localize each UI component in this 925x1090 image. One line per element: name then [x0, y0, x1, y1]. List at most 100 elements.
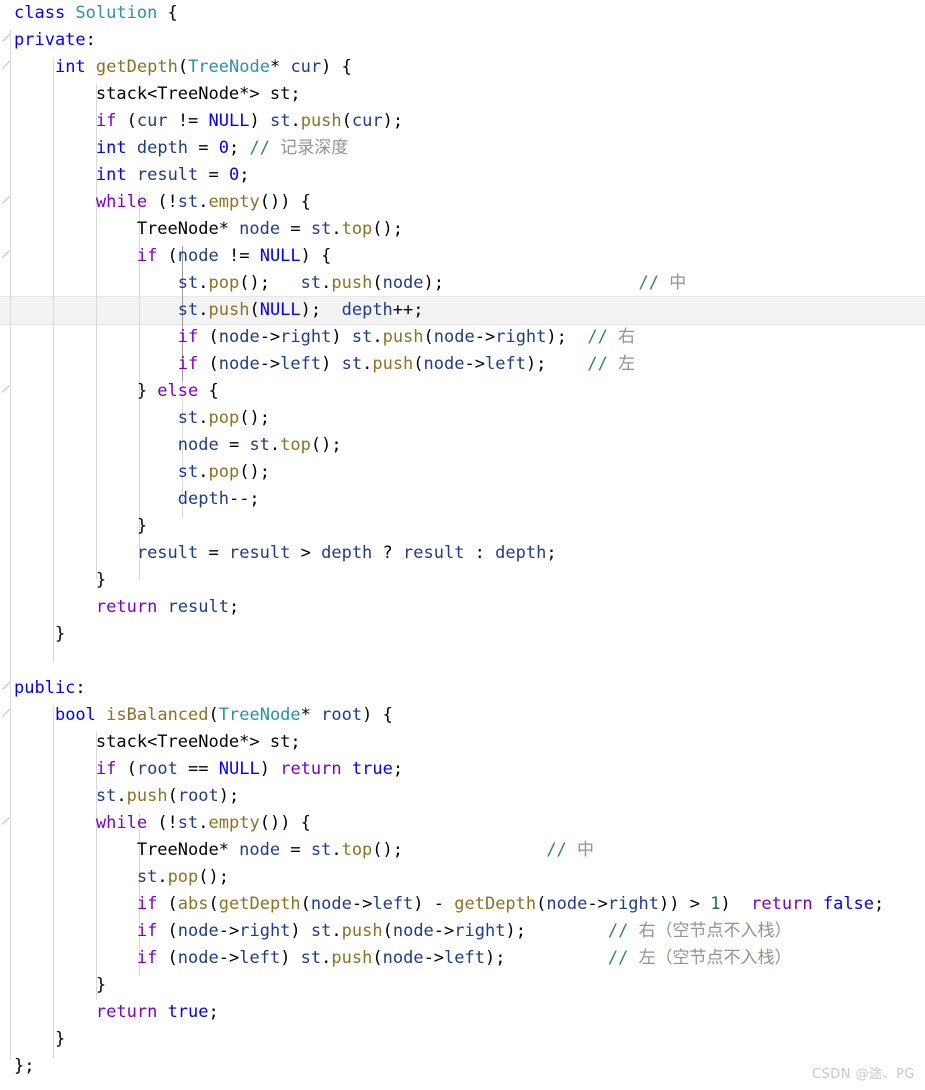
code-line[interactable]: int depth = 0; // 记录深度: [0, 135, 348, 162]
code-editor-viewport[interactable]: class Solution {private: int getDepth(Tr…: [0, 0, 925, 1090]
code-line[interactable]: if (node->right) st.push(node->right); /…: [0, 324, 635, 351]
code-token: int: [95, 165, 127, 185]
code-token: st: [249, 435, 270, 455]
code-token: )) >: [659, 894, 711, 914]
code-line[interactable]: if (cur != NULL) st.push(cur);: [0, 108, 403, 135]
code-token: (: [208, 894, 219, 914]
code-line[interactable]: return result;: [0, 594, 239, 621]
code-token: ) {: [321, 57, 352, 77]
code-token: .: [362, 354, 373, 374]
fold-chevron-icon[interactable]: [1, 708, 11, 718]
code-token: ;: [228, 597, 240, 617]
code-line[interactable]: bool isBalanced(TreeNode* root) {: [0, 702, 393, 729]
code-token: NULL: [208, 111, 250, 131]
code-token: node: [239, 219, 281, 239]
code-token: empty: [208, 192, 260, 212]
code-line[interactable]: if (abs(getDepth(node->left) - getDepth(…: [0, 891, 884, 918]
code-line[interactable]: TreeNode* node = st.top();: [0, 216, 403, 243]
code-token: (: [157, 948, 178, 968]
code-line[interactable]: if (node != NULL) {: [0, 243, 332, 270]
code-token: 右（空节点不入栈）: [638, 921, 792, 941]
code-line[interactable]: int result = 0;: [0, 162, 250, 189]
code-token: node: [177, 921, 219, 941]
code-token: (: [157, 921, 178, 941]
code-line[interactable]: TreeNode* node = st.top(); // 中: [0, 837, 594, 864]
code-token: ;: [546, 543, 557, 563]
code-line[interactable]: result = result > depth ? result : depth…: [0, 540, 557, 567]
code-token: Solution: [75, 3, 158, 23]
code-token: stack<TreeNode*> st;: [14, 84, 301, 104]
code-line[interactable]: };: [0, 1053, 34, 1080]
code-line[interactable]: while (!st.empty()) {: [0, 810, 311, 837]
code-line[interactable]: int getDepth(TreeNode* cur) {: [0, 54, 352, 81]
code-line[interactable]: }: [0, 972, 106, 999]
code-line[interactable]: stack<TreeNode*> st;: [0, 81, 301, 108]
code-token: node: [423, 354, 465, 374]
code-token: {: [157, 3, 178, 23]
code-token: if: [136, 948, 158, 968]
code-token: node: [433, 327, 475, 347]
code-line[interactable]: st.push(root);: [0, 783, 239, 810]
code-token: right: [495, 327, 547, 347]
fold-chevron-icon[interactable]: [1, 384, 11, 394]
fold-chevron-icon[interactable]: [1, 681, 11, 691]
code-token: ->: [351, 894, 373, 914]
code-line[interactable]: if (root == NULL) return true;: [0, 756, 403, 783]
code-line[interactable]: } else {: [0, 378, 219, 405]
code-line[interactable]: return true;: [0, 999, 219, 1026]
code-line[interactable]: }: [0, 567, 106, 594]
code-token: ()) {: [259, 192, 311, 212]
code-line[interactable]: if (node->right) st.push(node->right); /…: [0, 918, 792, 945]
code-token: node: [177, 246, 219, 266]
code-line[interactable]: }: [0, 1026, 65, 1053]
code-token: (!: [147, 192, 178, 212]
code-token: (: [167, 786, 178, 806]
code-line[interactable]: }: [0, 621, 65, 648]
code-token: ();: [310, 435, 342, 455]
code-token: right: [239, 921, 291, 941]
code-token: =: [198, 543, 229, 563]
code-line[interactable]: st.pop();: [0, 864, 229, 891]
code-token: if: [136, 921, 158, 941]
code-token: ): [331, 327, 352, 347]
code-token: push: [382, 327, 424, 347]
code-token: return: [280, 759, 342, 779]
code-token: TreeNode*: [14, 219, 240, 239]
code-line[interactable]: while (!st.empty()) {: [0, 189, 311, 216]
code-token: ();: [372, 219, 404, 239]
code-token: .: [198, 192, 209, 212]
code-token: //: [607, 921, 639, 941]
code-line[interactable]: }: [0, 513, 147, 540]
code-token: st: [177, 462, 199, 482]
code-line[interactable]: st.pop(); st.push(node); // 中: [0, 270, 686, 297]
code-line[interactable]: st.push(NULL); depth++;: [0, 297, 424, 324]
code-line[interactable]: stack<TreeNode*> st;: [0, 729, 301, 756]
code-line[interactable]: private:: [0, 27, 96, 54]
code-line[interactable]: if (node->left) st.push(node->left); // …: [0, 945, 792, 972]
code-line[interactable]: [0, 648, 14, 675]
code-line[interactable]: depth--;: [0, 486, 260, 513]
fold-chevron-icon[interactable]: [1, 33, 11, 43]
code-line[interactable]: st.pop();: [0, 405, 270, 432]
code-token: ();: [239, 408, 270, 428]
code-token: top: [341, 219, 373, 239]
fold-chevron-icon[interactable]: [1, 249, 11, 259]
code-token: );: [382, 111, 404, 131]
code-line[interactable]: public:: [0, 675, 86, 702]
code-token: );: [505, 921, 526, 941]
fold-chevron-icon[interactable]: [1, 60, 11, 70]
code-token: ;: [874, 894, 885, 914]
fold-chevron-icon[interactable]: [1, 816, 11, 826]
fold-chevron-icon[interactable]: [1, 195, 11, 205]
code-token: NULL: [259, 300, 301, 320]
code-token: (: [198, 327, 219, 347]
code-line[interactable]: st.pop();: [0, 459, 270, 486]
code-line[interactable]: node = st.top();: [0, 432, 342, 459]
code-token: cur: [351, 111, 383, 131]
code-line[interactable]: class Solution {: [0, 0, 178, 27]
code-token: (: [116, 111, 137, 131]
code-line[interactable]: if (node->left) st.push(node->left); // …: [0, 351, 635, 378]
